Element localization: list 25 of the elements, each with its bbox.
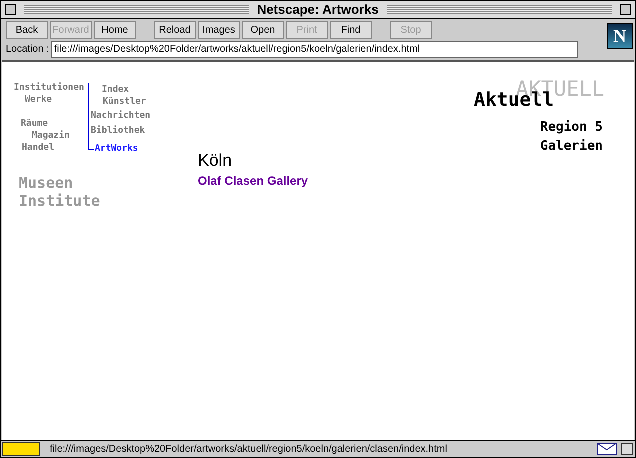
nav-link[interactable]: ArtWorks: [95, 143, 138, 156]
location-field[interactable]: file:///images/Desktop%20Folder/artworks/aktuell/region5/koeln/galerien/index.html: [51, 41, 578, 58]
nav-link[interactable]: Nachrichten: [91, 110, 151, 124]
nav-link[interactable]: Künstler: [103, 96, 146, 110]
gallery-link[interactable]: Olaf Clasen Gallery: [198, 172, 308, 190]
subheading: Region 5: [540, 119, 603, 137]
nav-link[interactable]: Index: [102, 84, 130, 98]
netscape-logo[interactable]: N: [607, 23, 633, 49]
nav-link[interactable]: Handel: [22, 142, 55, 156]
toolbar-button[interactable]: Home: [94, 21, 136, 39]
nav-link[interactable]: Werke: [25, 94, 52, 108]
nav-link[interactable]: Magazin: [32, 130, 70, 144]
subheading: Galerien: [540, 138, 603, 156]
toolbar-button[interactable]: Reload: [154, 21, 196, 39]
status-text: file:///images/Desktop%20Folder/artworks/aktuell/region5/koeln/galerien/clasen/index.html: [50, 442, 448, 456]
nav-link[interactable]: Institutionen: [14, 82, 84, 96]
toolbar-button[interactable]: Find: [330, 21, 372, 39]
toolbar-button[interactable]: Open: [242, 21, 284, 39]
nav-link[interactable]: Räume: [21, 118, 48, 132]
location-label: Location :: [6, 43, 50, 57]
nav-link[interactable]: Bibliothek: [91, 125, 146, 138]
window-title: Netscape: Artworks: [257, 1, 379, 19]
toolbar-button[interactable]: Back: [6, 21, 48, 39]
toolbar-button[interactable]: Images: [198, 21, 240, 39]
city-heading: Köln: [198, 150, 232, 172]
